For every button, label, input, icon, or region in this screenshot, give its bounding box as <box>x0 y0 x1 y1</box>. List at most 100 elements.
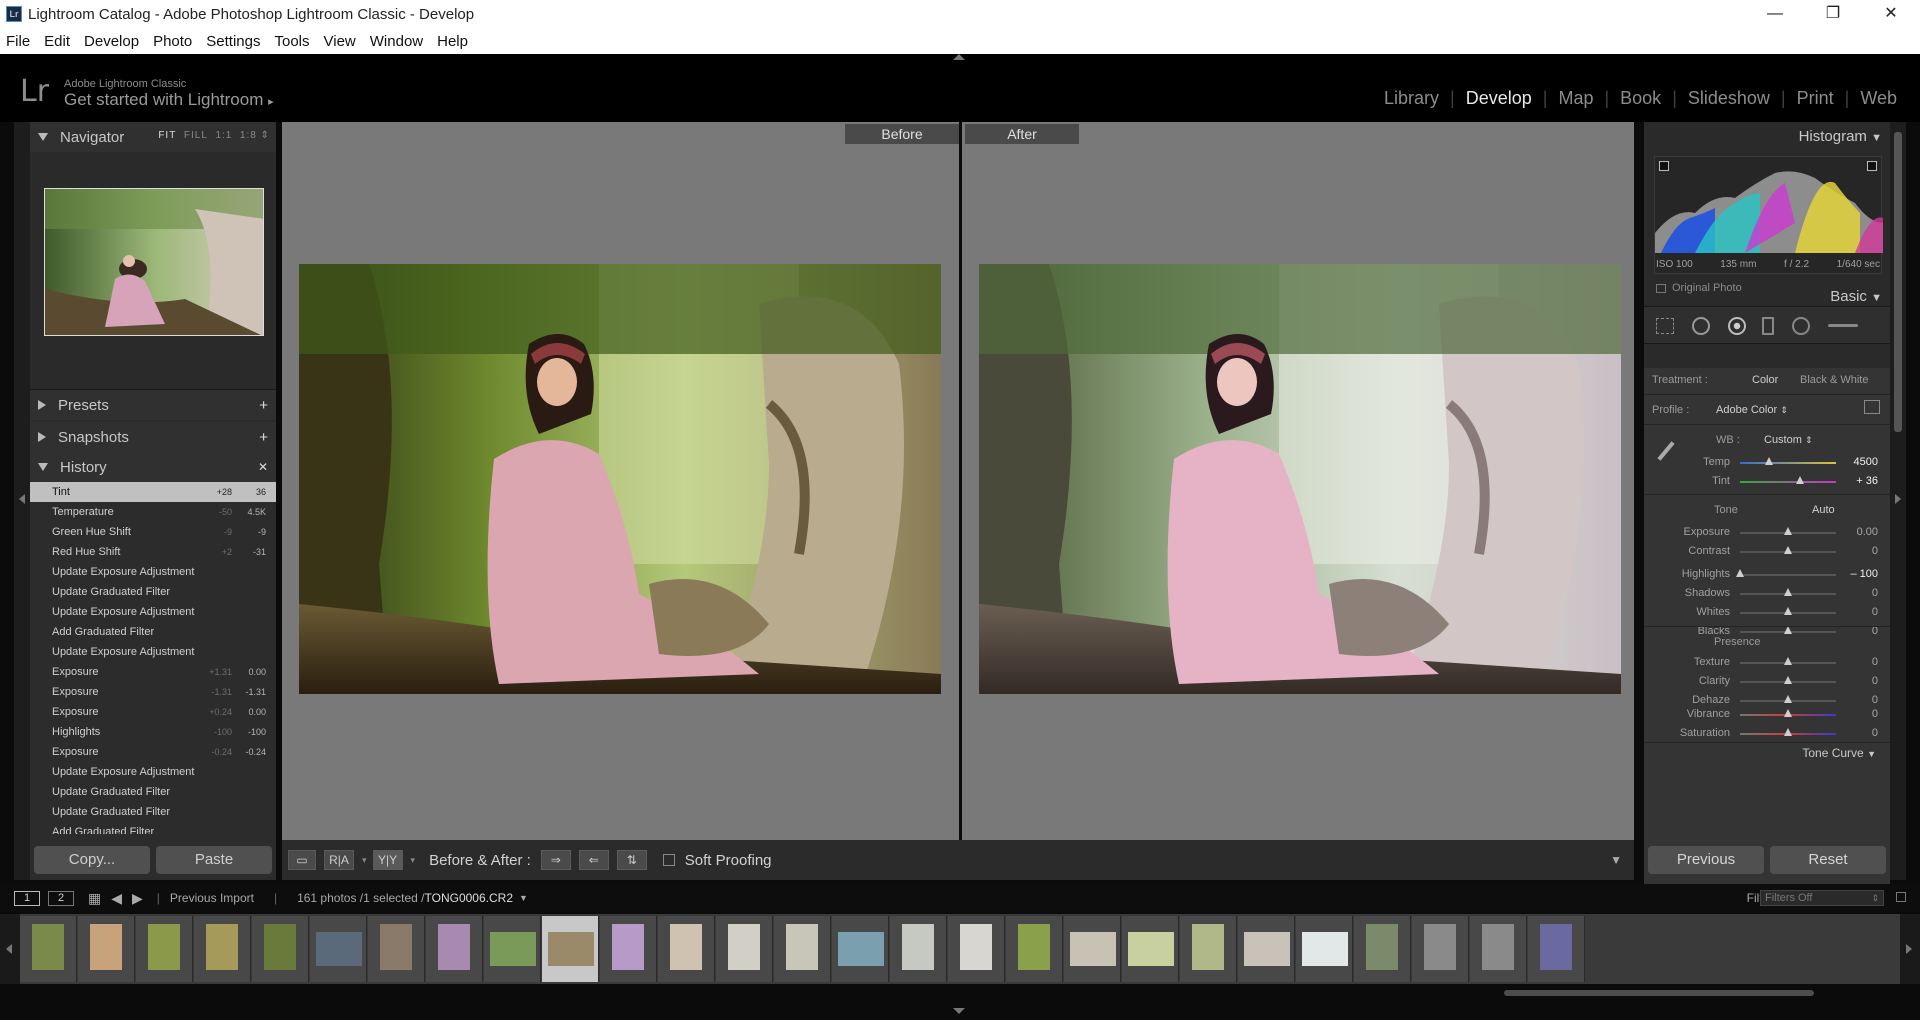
right-panel-scrollbar[interactable] <box>1894 132 1902 432</box>
histogram[interactable] <box>1654 156 1883 274</box>
slider-handle[interactable] <box>1736 569 1744 577</box>
slider-contrast[interactable]: Contrast 0 <box>1644 543 1890 561</box>
slider-value[interactable]: 0 <box>1872 675 1878 687</box>
filmstrip-thumbnail[interactable] <box>426 916 483 982</box>
adjustment-brush-icon[interactable] <box>1828 324 1858 327</box>
filmstrip-thumbnail[interactable] <box>1006 916 1063 982</box>
module-book[interactable]: Book <box>1609 88 1672 109</box>
menu-file[interactable]: File <box>6 33 30 50</box>
clear-history-icon[interactable]: ✕ <box>258 460 268 474</box>
copy-before-to-after-button[interactable]: ⇒ <box>540 850 571 870</box>
menu-edit[interactable]: Edit <box>44 33 70 50</box>
slider-value[interactable]: + 36 <box>1856 475 1878 487</box>
get-started-link[interactable]: Get started with Lightroom ▸ <box>64 90 274 110</box>
navigator-preview[interactable] <box>30 152 276 390</box>
right-panel-toggle[interactable] <box>1890 122 1906 880</box>
slider-highlights[interactable]: Highlights – 100 <box>1644 566 1890 584</box>
treatment-color[interactable]: Color <box>1752 374 1778 386</box>
slider-track[interactable] <box>1740 481 1836 483</box>
history-item[interactable]: Red Hue Shift +2 -31 <box>30 542 276 562</box>
grid-view-icon[interactable]: ▦ <box>88 890 101 907</box>
presets-header[interactable]: Presets + <box>30 390 276 420</box>
module-print[interactable]: Print <box>1786 88 1845 109</box>
menu-photo[interactable]: Photo <box>153 33 192 50</box>
filmstrip-thumbnail[interactable] <box>1528 916 1585 982</box>
filmstrip-scrollbar[interactable] <box>1504 990 1814 996</box>
filename[interactable]: TONG0006.CR2 <box>425 891 513 905</box>
reset-button[interactable]: Reset <box>1770 846 1886 874</box>
history-item[interactable]: Green Hue Shift -9 -9 <box>30 522 276 542</box>
navigator-header[interactable]: Navigator FIT FILL 1:1 1:8 ⇕ <box>30 122 276 152</box>
main-window-button[interactable]: 1 <box>14 890 40 906</box>
filmstrip-thumbnail[interactable] <box>1296 916 1353 982</box>
history-item[interactable]: Temperature -50 4.5K <box>30 502 276 522</box>
left-panel-toggle[interactable] <box>14 122 30 880</box>
filmstrip-scroll-right[interactable] <box>1900 914 1920 984</box>
copy-after-to-before-button[interactable]: ⇐ <box>578 850 609 870</box>
crop-tool-icon[interactable] <box>1656 318 1674 334</box>
basic-header[interactable]: Basic ▼ <box>1830 288 1882 305</box>
history-item[interactable]: Update Exposure Adjustment <box>30 642 276 662</box>
slider-saturation[interactable]: Saturation 0 <box>1644 725 1890 743</box>
slider-handle[interactable] <box>1784 626 1792 634</box>
menu-develop[interactable]: Develop <box>84 33 139 50</box>
previous-button[interactable]: Previous <box>1648 846 1764 874</box>
history-item[interactable]: Exposure -0.24 -0.24 <box>30 742 276 762</box>
snapshots-header[interactable]: Snapshots + <box>30 422 276 452</box>
spot-removal-icon[interactable] <box>1692 317 1710 335</box>
tone-curve-header[interactable]: Tone Curve ▼ <box>1802 746 1876 760</box>
history-item[interactable]: Highlights -100 -100 <box>30 722 276 742</box>
add-snapshot-icon[interactable]: + <box>259 429 268 446</box>
chevron-down-icon[interactable]: ▾ <box>362 855 367 866</box>
history-item[interactable]: Add Graduated Filter <box>30 822 276 834</box>
filmstrip-thumbnail[interactable] <box>832 916 889 982</box>
menu-view[interactable]: View <box>324 33 356 50</box>
loupe-view-button[interactable]: ▭ <box>288 850 316 870</box>
history-item[interactable]: Add Graduated Filter <box>30 622 276 642</box>
history-item[interactable]: Exposure +0.24 0.00 <box>30 702 276 722</box>
before-photo[interactable] <box>299 264 941 694</box>
slider-handle[interactable] <box>1784 607 1792 615</box>
secondary-window-button[interactable]: 2 <box>48 890 74 906</box>
module-map[interactable]: Map <box>1547 88 1604 109</box>
chevron-down-icon[interactable]: ▼ <box>519 893 528 903</box>
collapse-top-arrow-icon[interactable] <box>953 54 965 60</box>
menu-tools[interactable]: Tools <box>274 33 309 50</box>
slider-tint[interactable]: Tint + 36 <box>1644 473 1890 491</box>
slider-texture[interactable]: Texture 0 <box>1644 654 1890 672</box>
filmstrip-thumbnail[interactable] <box>1064 916 1121 982</box>
slider-value[interactable]: 4500 <box>1854 456 1878 468</box>
slider-handle[interactable] <box>1784 695 1792 703</box>
slider-handle[interactable] <box>1795 476 1804 484</box>
filmstrip-thumbnail[interactable] <box>890 916 947 982</box>
chevron-down-icon[interactable]: ▾ <box>411 855 416 866</box>
slider-value[interactable]: 0 <box>1872 727 1878 739</box>
slider-handle[interactable] <box>1784 709 1792 717</box>
history-item[interactable]: Exposure +1.31 0.00 <box>30 662 276 682</box>
menu-help[interactable]: Help <box>437 33 468 50</box>
module-slideshow[interactable]: Slideshow <box>1677 88 1781 109</box>
forward-arrow-icon[interactable]: ▶ <box>132 890 143 907</box>
filmstrip-thumbnail[interactable] <box>948 916 1005 982</box>
graduated-filter-icon[interactable] <box>1762 317 1774 335</box>
maximize-button[interactable]: ❐ <box>1804 0 1862 28</box>
histogram-header[interactable]: Histogram ▼ <box>1799 128 1882 145</box>
filmstrip-thumbnail[interactable] <box>1180 916 1237 982</box>
module-web[interactable]: Web <box>1849 88 1908 109</box>
slider-value[interactable]: 0 <box>1872 545 1878 557</box>
filmstrip-thumbnail[interactable] <box>252 916 309 982</box>
history-item[interactable]: Update Graduated Filter <box>30 802 276 822</box>
slider-vibrance[interactable]: Vibrance 0 <box>1644 706 1890 724</box>
back-arrow-icon[interactable]: ◀ <box>111 890 122 907</box>
filmstrip-thumbnail[interactable] <box>78 916 135 982</box>
history-item[interactable]: Tint +28 36 <box>30 482 276 502</box>
toolbar-menu-chevron-icon[interactable]: ▼ <box>1610 853 1622 867</box>
slider-handle[interactable] <box>1784 527 1792 535</box>
add-preset-icon[interactable]: + <box>259 397 268 414</box>
slider-value[interactable]: 0.00 <box>1857 526 1878 538</box>
filmstrip-thumbnail[interactable] <box>1354 916 1411 982</box>
tone-auto-button[interactable]: Auto <box>1812 504 1835 516</box>
collapse-bottom-arrow-icon[interactable] <box>953 1008 965 1014</box>
zoom-fit[interactable]: FIT <box>158 130 176 141</box>
module-develop[interactable]: Develop <box>1455 88 1543 109</box>
